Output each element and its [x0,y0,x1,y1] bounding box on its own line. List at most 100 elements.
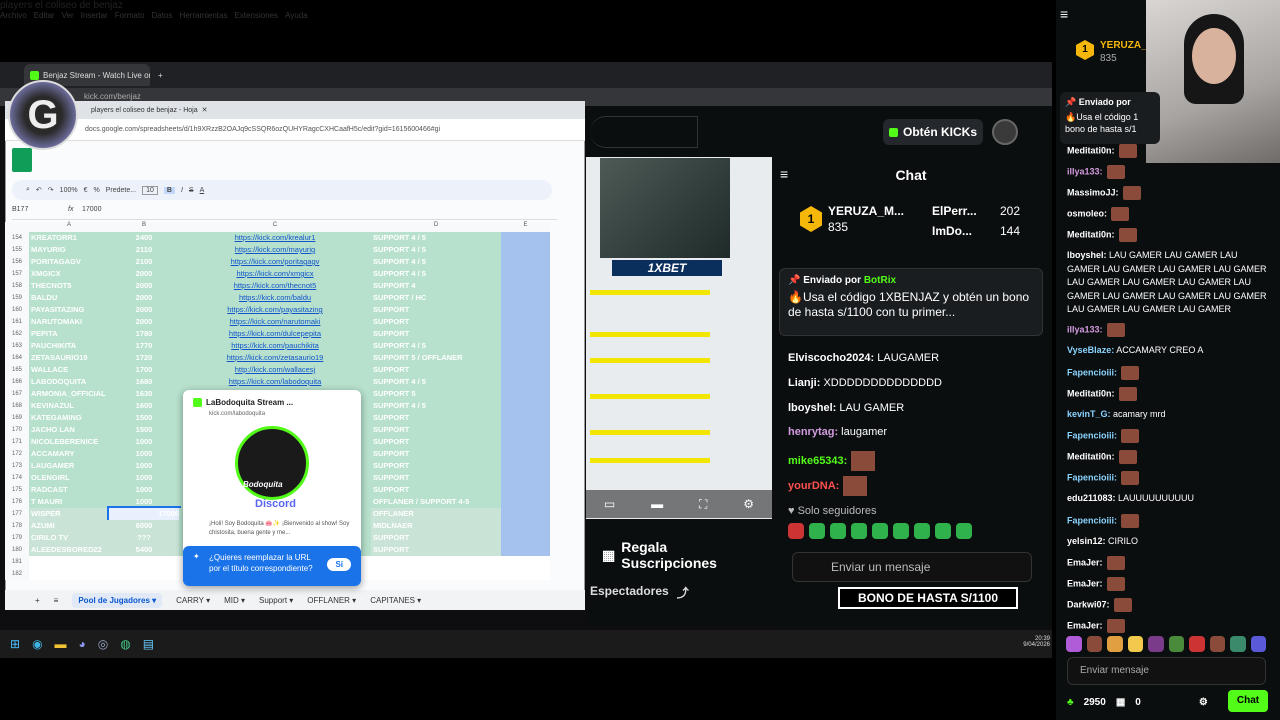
cell-role[interactable]: SUPPORT 4 / 5 [371,268,501,280]
edge-icon[interactable]: ◉ [32,637,42,651]
cell-role[interactable]: SUPPORT 5 [371,388,501,400]
theater-icon[interactable]: ▬ [651,497,663,511]
cell-link[interactable]: https://kick.com/narutomaki [179,316,371,328]
zoom-select[interactable]: 100% [60,187,78,194]
emote-icon[interactable] [851,523,867,539]
cell-player[interactable]: BALDU [29,292,109,304]
emote-icon[interactable] [956,523,972,539]
chat-username[interactable]: EmaJer: [1067,620,1103,630]
row-number[interactable]: 171 [5,436,29,448]
strikethrough-icon[interactable]: S [189,187,194,194]
emote-icon[interactable] [914,523,930,539]
cell-role[interactable]: SUPPORT [371,544,501,556]
chat-username[interactable]: VyseBlaze: [1067,345,1114,355]
row-number[interactable]: 164 [5,352,29,364]
cell-extra[interactable] [501,388,550,400]
kick-search-input[interactable] [590,116,698,148]
cell-player[interactable]: PAYASITAZING [29,304,109,316]
cell-link[interactable]: https://kick.com/mayurig [179,244,371,256]
cell-role[interactable]: OFFLANER [371,508,501,520]
row-number[interactable]: 165 [5,364,29,376]
menu-item[interactable]: Ver [62,11,74,20]
cell-points[interactable]: 17000 [107,506,181,522]
cell-extra[interactable] [501,436,550,448]
emote-icon[interactable] [809,523,825,539]
chat-username[interactable]: Fapencioiii: [1067,367,1117,377]
chat-username[interactable]: yelsin12: [1067,536,1106,546]
cell-extra[interactable] [501,520,550,532]
cell-role[interactable]: SUPPORT [371,436,501,448]
cell-role[interactable]: SUPPORT 4 / 5 [371,376,501,388]
cell-player[interactable]: WALLACE [29,364,109,376]
outer-pinned-message[interactable]: 📌 Enviado por 🔥Usa el código 1 bono de h… [1060,92,1160,144]
cell-points[interactable]: 1500 [109,412,179,424]
cell-points[interactable] [109,556,179,568]
formula-input[interactable]: 17000 [82,206,101,213]
cell-extra[interactable] [501,244,550,256]
chrome-icon[interactable]: ◍ [120,637,130,651]
chat-username[interactable]: Elviscocho2024: [788,352,874,364]
cell-points[interactable]: 1000 [109,436,179,448]
cell-extra[interactable] [501,376,550,388]
cell-link[interactable]: https://kick.com/labodoquita [179,376,371,388]
cell-extra[interactable] [501,424,550,436]
clock-date[interactable]: 9/04/2026 [880,642,1050,648]
cell-points[interactable]: 2000 [109,268,179,280]
all-sheets-icon[interactable]: ≡ [54,596,59,605]
emote-icon[interactable] [1066,636,1082,652]
chat-username[interactable]: EmaJer: [1067,578,1103,588]
cell-link[interactable]: https://kick.com/poritagagv [179,256,371,268]
cell-role[interactable]: SUPPORT 4 / 5 [371,400,501,412]
miniplayer-icon[interactable]: ▭ [604,497,615,511]
share-icon[interactable]: ⤴ [677,584,689,601]
chat-username[interactable]: osmoleo: [1067,208,1107,218]
cell-player[interactable]: ACCAMARY [29,448,109,460]
row-number[interactable]: 173 [5,460,29,472]
sheet-tab[interactable]: CAPITANES ▾ [370,596,421,605]
sheets-tab-title[interactable]: players el coliseo de benjaz - Hoja [91,107,198,114]
menu-item[interactable]: Editar [34,11,55,20]
cell-player[interactable]: MAYURIG [29,244,109,256]
column-letter[interactable]: C [179,222,371,228]
cell-points[interactable]: 6000 [109,520,179,532]
discord-icon[interactable]: ◕ [79,637,86,651]
collapse-chat-icon[interactable]: ≡ [1060,6,1068,22]
cell-points[interactable]: 1000 [109,460,179,472]
cell-player[interactable]: THECNOT5 [29,280,109,292]
folder-icon[interactable]: ▬ [55,637,67,651]
row-number[interactable]: 155 [5,244,29,256]
cell-role[interactable]: SUPPORT [371,448,501,460]
font-select[interactable]: Predete... [106,187,136,194]
chat-send-button[interactable]: Chat [1228,690,1268,712]
cell-player[interactable]: LAUGAMER [29,460,109,472]
emote-icon[interactable] [872,523,888,539]
row-number[interactable]: 163 [5,340,29,352]
emote-icon[interactable] [1127,636,1143,652]
cell-points[interactable]: 1000 [109,448,179,460]
cell-extra[interactable] [501,460,550,472]
cell-player[interactable]: NICOLEBERENICE [29,436,109,448]
cell-points[interactable]: 2000 [109,280,179,292]
menu-item[interactable]: Archivo [0,11,27,20]
menu-item[interactable]: Herramientas [179,11,227,20]
row-number[interactable]: 176 [5,496,29,508]
cell-player[interactable]: PORITAGAGV [29,256,109,268]
row-number[interactable]: 159 [5,292,29,304]
cell-link[interactable]: https://kick.com/dulcepepita [179,328,371,340]
row-number[interactable]: 181 [5,556,29,568]
cell-extra[interactable] [501,304,550,316]
cell-link[interactable]: https://kick.com/pauchikita [179,340,371,352]
menu-item[interactable]: Ayuda [285,11,308,20]
preview-url[interactable]: kick.com/labodoquita [209,411,265,417]
column-letter[interactable]: A [29,222,109,228]
cell-player[interactable]: CIRILO TV [29,532,109,544]
get-kicks-button[interactable]: Obtén KICKs [883,119,983,145]
cell-extra[interactable] [501,256,550,268]
cell-points[interactable]: 1000 [109,496,179,508]
cell-points[interactable]: 2000 [109,316,179,328]
row-number[interactable]: 162 [5,328,29,340]
cell-points[interactable] [109,568,179,580]
italic-icon[interactable]: I [181,187,183,194]
row-number[interactable]: 169 [5,412,29,424]
cell-role[interactable]: SUPPORT [371,532,501,544]
